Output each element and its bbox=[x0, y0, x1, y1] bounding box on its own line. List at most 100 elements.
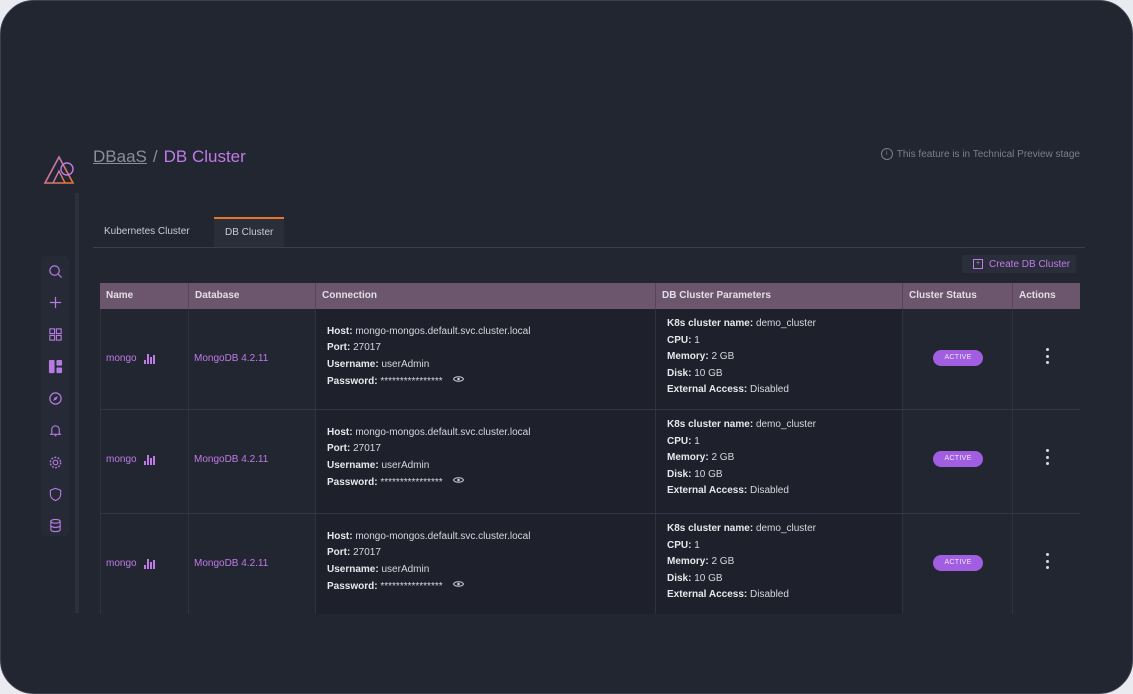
param-k8s: K8s cluster name: demo_cluster bbox=[667, 316, 816, 333]
sidebar bbox=[41, 256, 69, 536]
breadcrumb-parent-link[interactable]: DBaaS bbox=[93, 147, 147, 166]
k8s-label: K8s cluster name: bbox=[667, 318, 754, 329]
status-badge: ACTIVE bbox=[933, 555, 983, 571]
password-value: **************** bbox=[380, 476, 443, 488]
connection-cell: Host: mongo-mongos.default.svc.cluster.l… bbox=[315, 410, 655, 513]
connection-password: Password: **************** bbox=[327, 578, 465, 595]
column-header-actions: Actions bbox=[1012, 283, 1080, 309]
column-header-parameters: DB Cluster Parameters bbox=[655, 283, 902, 309]
connection-host: Host: mongo-mongos.default.svc.cluster.l… bbox=[327, 425, 530, 442]
connection-port: Port: 27017 bbox=[327, 340, 381, 357]
connection-username: Username: userAdmin bbox=[327, 562, 429, 579]
info-icon: i bbox=[880, 148, 893, 160]
name-cell: mongo bbox=[100, 309, 188, 409]
param-external-access: External Access: Disabled bbox=[667, 587, 789, 604]
tab-kubernetes-cluster[interactable]: Kubernetes Cluster bbox=[93, 217, 201, 247]
connection-port: Port: 27017 bbox=[327, 441, 381, 458]
column-header-status: Cluster Status bbox=[902, 283, 1012, 309]
port-value: 27017 bbox=[353, 443, 381, 454]
bell-icon[interactable] bbox=[47, 422, 63, 438]
external-access-label: External Access: bbox=[667, 384, 748, 395]
actions-cell bbox=[1012, 410, 1080, 513]
column-header-name: Name bbox=[106, 290, 134, 301]
username-label: Username: bbox=[327, 564, 379, 575]
password-value: **************** bbox=[380, 580, 443, 592]
param-memory: Memory: 2 GB bbox=[667, 450, 734, 467]
db-cluster-table: Name Database Connection DB Cluster Para… bbox=[100, 283, 1080, 614]
param-disk: Disk: 10 GB bbox=[667, 571, 723, 588]
technical-preview-text: This feature is in Technical Preview sta… bbox=[896, 148, 1080, 160]
more-actions-icon[interactable] bbox=[1044, 449, 1050, 465]
param-k8s: K8s cluster name: demo_cluster bbox=[667, 521, 816, 538]
cluster-name: mongo bbox=[106, 558, 137, 569]
show-password-eye-icon[interactable] bbox=[453, 578, 465, 595]
external-access-label: External Access: bbox=[667, 485, 748, 496]
table-row: mongo MongoDB 4.2.11 Host: mongo-mongos.… bbox=[100, 410, 1080, 514]
password-label: Password: bbox=[327, 375, 378, 387]
connection-username: Username: userAdmin bbox=[327, 357, 429, 374]
disk-label: Disk: bbox=[667, 368, 692, 379]
monitoring-chart-icon[interactable] bbox=[143, 454, 155, 465]
disk-label: Disk: bbox=[667, 573, 692, 584]
port-value: 27017 bbox=[353, 547, 381, 558]
k8s-value: demo_cluster bbox=[755, 419, 816, 430]
actions-cell bbox=[1012, 514, 1080, 614]
connection-password: Password: **************** bbox=[327, 474, 465, 491]
name-cell: mongo bbox=[100, 514, 188, 614]
memory-value: 2 GB bbox=[711, 556, 735, 567]
status-badge: ACTIVE bbox=[933, 350, 983, 366]
database-version: MongoDB 4.2.11 bbox=[194, 353, 269, 364]
breadcrumb-separator: / bbox=[152, 147, 158, 166]
page-title: DB Cluster bbox=[163, 147, 246, 166]
more-actions-icon[interactable] bbox=[1044, 553, 1050, 569]
show-password-eye-icon[interactable] bbox=[453, 474, 465, 491]
k8s-value: demo_cluster bbox=[755, 318, 816, 329]
show-password-eye-icon[interactable] bbox=[453, 373, 465, 390]
gear-icon[interactable] bbox=[47, 454, 63, 470]
compass-icon[interactable] bbox=[47, 390, 63, 406]
dashboards-icon[interactable] bbox=[47, 358, 63, 374]
create-db-cluster-button[interactable]: + Create DB Cluster bbox=[962, 255, 1076, 273]
disk-value: 10 GB bbox=[694, 368, 723, 379]
param-cpu: CPU: 1 bbox=[667, 434, 700, 451]
external-access-label: External Access: bbox=[667, 589, 748, 600]
database-cell: MongoDB 4.2.11 bbox=[188, 410, 315, 513]
parameters-cell: K8s cluster name: demo_cluster CPU: 1 Me… bbox=[655, 410, 902, 513]
username-value: userAdmin bbox=[381, 460, 430, 471]
name-cell: mongo bbox=[100, 410, 188, 513]
search-icon[interactable] bbox=[47, 263, 63, 279]
status-cell: ACTIVE bbox=[902, 514, 1012, 614]
tab-bar: Kubernetes Cluster DB Cluster bbox=[93, 217, 1085, 248]
cpu-value: 1 bbox=[694, 436, 700, 447]
param-disk: Disk: 10 GB bbox=[667, 366, 723, 383]
param-memory: Memory: 2 GB bbox=[667, 554, 734, 571]
param-memory: Memory: 2 GB bbox=[667, 349, 734, 366]
memory-value: 2 GB bbox=[711, 452, 735, 463]
database-version: MongoDB 4.2.11 bbox=[194, 558, 269, 569]
username-label: Username: bbox=[327, 359, 379, 370]
plus-icon[interactable] bbox=[47, 294, 63, 310]
cpu-value: 1 bbox=[694, 335, 700, 346]
database-icon[interactable] bbox=[47, 517, 63, 533]
more-actions-icon[interactable] bbox=[1044, 348, 1050, 364]
connection-username: Username: userAdmin bbox=[327, 458, 429, 475]
external-access-value: Disabled bbox=[750, 485, 789, 496]
tab-db-cluster[interactable]: DB Cluster bbox=[214, 217, 285, 247]
param-cpu: CPU: 1 bbox=[667, 333, 700, 350]
dashboard-grid-icon[interactable] bbox=[47, 326, 63, 342]
memory-value: 2 GB bbox=[711, 351, 735, 362]
memory-label: Memory: bbox=[667, 556, 709, 567]
table-row: mongo MongoDB 4.2.11 Host: mongo-mongos.… bbox=[100, 514, 1080, 614]
cpu-label: CPU: bbox=[667, 436, 692, 447]
cluster-name: mongo bbox=[106, 454, 137, 465]
shield-icon[interactable] bbox=[47, 486, 63, 502]
external-access-value: Disabled bbox=[750, 384, 789, 395]
host-label: Host: bbox=[327, 531, 353, 542]
monitoring-chart-icon[interactable] bbox=[143, 558, 155, 569]
disk-value: 10 GB bbox=[694, 469, 723, 480]
status-cell: ACTIVE bbox=[902, 410, 1012, 513]
database-cell: MongoDB 4.2.11 bbox=[188, 309, 315, 409]
monitoring-chart-icon[interactable] bbox=[143, 353, 155, 364]
app-logo[interactable] bbox=[41, 151, 77, 187]
param-cpu: CPU: 1 bbox=[667, 538, 700, 555]
